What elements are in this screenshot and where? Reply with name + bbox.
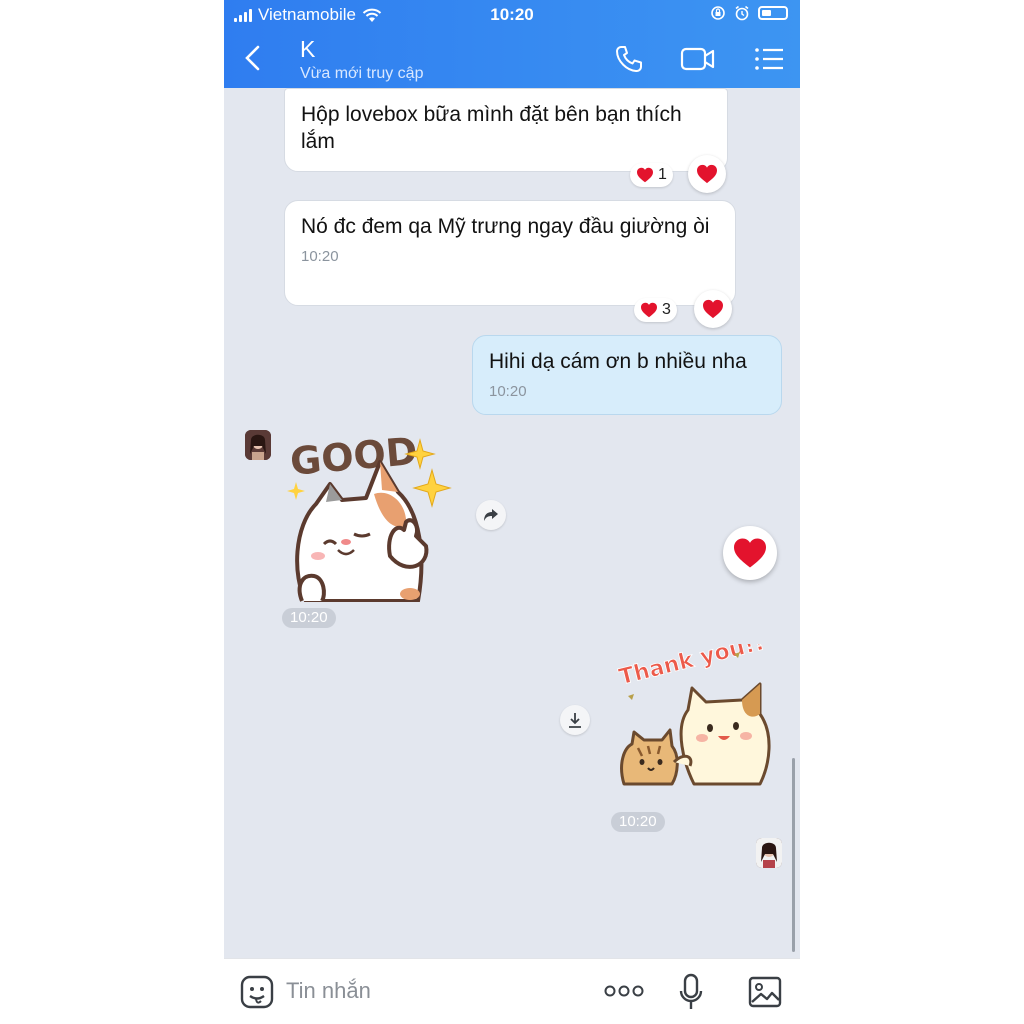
reaction-count[interactable]: 3 — [634, 298, 677, 322]
sticker-time: 10:20 — [611, 812, 665, 832]
download-icon — [569, 713, 581, 728]
message-input[interactable] — [284, 973, 528, 1009]
react-heart-button[interactable] — [694, 290, 732, 328]
more-options-icon[interactable] — [604, 983, 644, 999]
heart-icon — [641, 302, 657, 318]
menu-list-icon[interactable] — [754, 44, 784, 74]
message-text: Hộp lovebox bữa mình đặt bên bạn thích l… — [301, 103, 682, 153]
reaction-number: 3 — [662, 301, 671, 318]
message-bubble[interactable]: Nó đc đem qa Mỹ trưng ngay đầu giường òi… — [284, 200, 736, 306]
forward-button[interactable] — [476, 500, 506, 530]
scrollbar[interactable] — [792, 758, 795, 952]
heart-icon — [703, 299, 723, 319]
contact-status: Vừa mới truy cập — [300, 65, 424, 82]
react-heart-button[interactable] — [723, 526, 777, 580]
status-icons — [710, 5, 788, 21]
reaction-count[interactable]: 1 — [630, 163, 673, 187]
heart-icon — [734, 538, 766, 568]
avatar[interactable] — [245, 430, 271, 460]
contact-name[interactable]: K — [300, 36, 315, 63]
message-bubble-mine[interactable]: Hihi dạ cám ơn b nhiều nha 10:20 — [472, 335, 782, 415]
sticker-time: 10:20 — [282, 608, 336, 628]
battery-icon — [758, 6, 788, 20]
message-text: Nó đc đem qa Mỹ trưng ngay đầu giường òi — [301, 215, 710, 238]
chat-screen: Vietnamobile 10:20 K Vừa mới truy cập Hộ… — [224, 0, 800, 1024]
video-call-icon[interactable] — [680, 44, 716, 74]
heart-icon — [697, 164, 717, 184]
message-time: 10:20 — [301, 248, 339, 265]
sticker-text: Thank you!! — [617, 644, 767, 690]
message-bubble[interactable]: Hộp lovebox bữa mình đặt bên bạn thích l… — [284, 88, 728, 172]
rotation-lock-icon — [711, 6, 725, 20]
thank-you-cats-sticker[interactable]: Thank you!! — [614, 644, 778, 788]
message-text: Hihi dạ cám ơn b nhiều nha — [489, 350, 747, 373]
reaction-number: 1 — [658, 166, 667, 183]
good-cat-sticker[interactable]: GOOD — [286, 426, 458, 602]
back-arrow-icon[interactable] — [242, 44, 262, 72]
phone-call-icon[interactable] — [614, 44, 644, 74]
composer-bar — [224, 958, 800, 1024]
alarm-icon — [735, 5, 749, 21]
status-bar: Vietnamobile 10:20 — [224, 0, 800, 28]
message-list[interactable]: Hộp lovebox bữa mình đặt bên bạn thích l… — [224, 88, 800, 958]
sticker-emoji-icon[interactable] — [240, 975, 274, 1009]
heart-icon — [637, 167, 653, 183]
share-arrow-icon — [484, 509, 498, 521]
react-heart-button[interactable] — [688, 155, 726, 193]
chat-header: Vietnamobile 10:20 K Vừa mới truy cập — [224, 0, 800, 88]
avatar[interactable] — [756, 838, 782, 868]
download-button[interactable] — [560, 705, 590, 735]
nav-bar: K Vừa mới truy cập — [224, 30, 800, 88]
image-gallery-icon[interactable] — [748, 976, 782, 1008]
microphone-icon[interactable] — [678, 973, 704, 1011]
sticker-text: GOOD — [288, 429, 419, 484]
message-time: 10:20 — [489, 383, 527, 400]
